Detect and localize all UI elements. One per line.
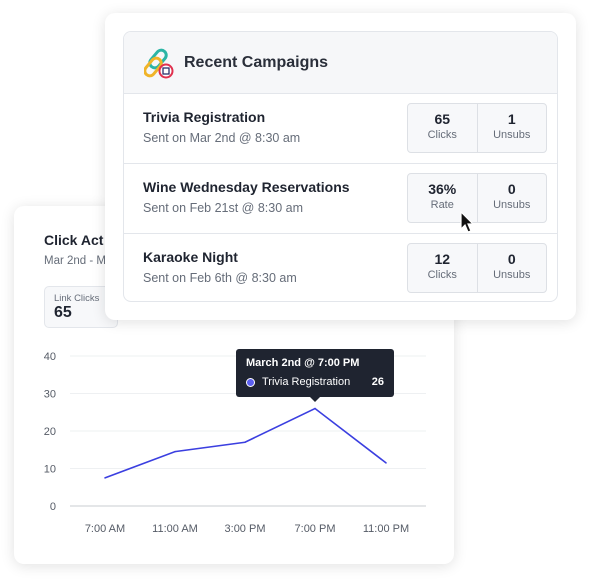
stat-label: Unsubs (493, 129, 531, 141)
mouse-cursor-icon (460, 211, 475, 233)
campaign-row[interactable]: Wine Wednesday Reservations Sent on Feb … (124, 164, 557, 234)
stat-value: 65 (434, 111, 451, 127)
campaign-name[interactable]: Karaoke Night (143, 249, 238, 265)
campaigns-header: Recent Campaigns (124, 32, 557, 94)
stat-label: Clicks (427, 269, 457, 281)
stat-value: 0 (507, 251, 516, 267)
x-tick-label: 3:00 PM (225, 523, 266, 535)
campaign-name[interactable]: Trivia Registration (143, 109, 265, 125)
tooltip-value: 26 (371, 376, 384, 388)
data-point (314, 407, 316, 410)
campaign-sent-date: Sent on Feb 21st @ 8:30 am (143, 201, 304, 215)
stat-value: 36% (428, 181, 457, 197)
data-point (174, 450, 176, 453)
recent-campaigns-card: Recent Campaigns Trivia Registration Sen… (105, 13, 576, 320)
chart-tooltip: March 2nd @ 7:00 PM Trivia Registration … (236, 349, 394, 402)
campaign-row[interactable]: Trivia Registration Sent on Mar 2nd @ 8:… (124, 94, 557, 164)
y-tick-label: 20 (44, 426, 56, 438)
campaign-sent-date: Sent on Feb 6th @ 8:30 am (143, 271, 297, 285)
campaign-sent-date: Sent on Mar 2nd @ 8:30 am (143, 131, 301, 145)
stat-unsubs: 0 Unsubs (476, 174, 547, 222)
campaign-stats: 65 Clicks 1 Unsubs (407, 103, 547, 153)
stat-unsubs: 1 Unsubs (476, 104, 547, 152)
data-point (104, 477, 106, 479)
stat-label: Unsubs (493, 269, 531, 281)
series-dot-icon (246, 378, 255, 387)
campaign-stats: 36% Rate 0 Unsubs (407, 173, 547, 223)
tooltip-series: Trivia Registration (262, 376, 351, 388)
stat-unsubs: 0 Unsubs (476, 244, 547, 292)
campaigns-title: Recent Campaigns (184, 53, 329, 71)
stat-value: 0 (507, 181, 516, 197)
x-tick-label: 11:00 AM (152, 523, 198, 535)
x-tick-label: 7:00 PM (295, 523, 336, 535)
stat-value: 12 (434, 251, 451, 267)
stat-primary: 12 Clicks (408, 244, 477, 292)
stat-label: Rate (430, 199, 454, 211)
data-point (244, 441, 246, 444)
chain-link-icon (144, 48, 174, 78)
y-tick-label: 30 (44, 389, 56, 401)
y-tick-label: 0 (50, 501, 56, 513)
stat-value: 1 (507, 111, 516, 127)
y-tick-label: 10 (44, 464, 56, 476)
data-point (385, 462, 387, 464)
x-tick-label: 7:00 AM (85, 523, 125, 535)
y-tick-label: 40 (44, 351, 56, 363)
tooltip-title: March 2nd @ 7:00 PM (246, 357, 360, 369)
series-line (104, 407, 387, 479)
campaign-row[interactable]: Karaoke Night Sent on Feb 6th @ 8:30 am … (124, 234, 557, 301)
stat-primary: 65 Clicks (408, 104, 477, 152)
stat-label: Clicks (427, 129, 457, 141)
campaign-stats: 12 Clicks 0 Unsubs (407, 243, 547, 293)
stat-label: Unsubs (493, 199, 531, 211)
campaign-name[interactable]: Wine Wednesday Reservations (143, 179, 350, 195)
x-tick-label: 11:00 PM (363, 523, 409, 535)
